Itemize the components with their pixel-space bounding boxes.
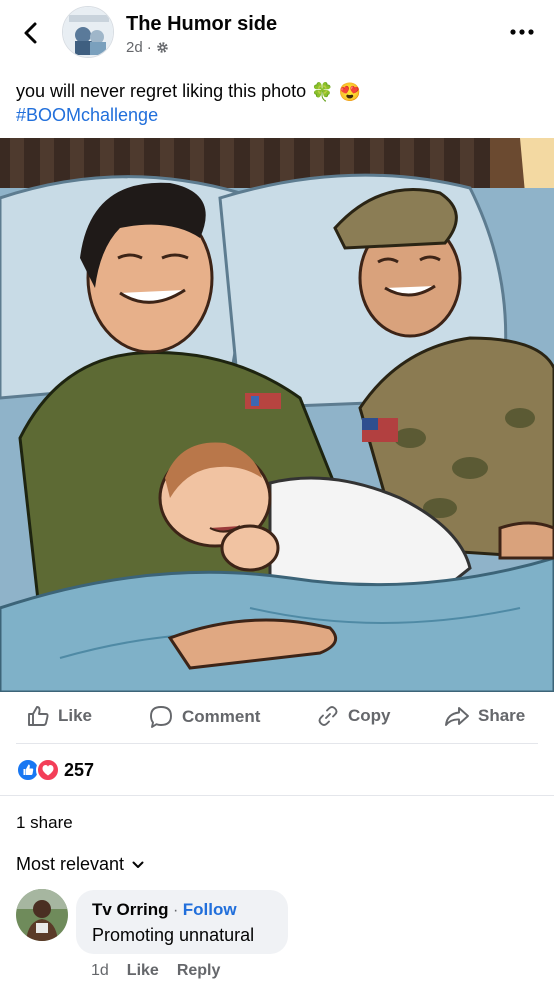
comment-reply-button[interactable]: Reply [177,962,221,980]
post-image[interactable] [0,138,554,692]
chevron-down-icon [132,861,144,868]
page-name[interactable]: The Humor side [126,13,277,36]
like-button[interactable]: Like [26,704,92,728]
post-actions-bar: Like Comment Copy Share [0,694,554,742]
more-horizontal-icon [510,29,534,35]
thumbs-up-icon [28,706,49,726]
comment-author[interactable]: Tv Orring [92,900,169,919]
post-header: The Humor side 2d · [0,0,554,70]
comment-sort-dropdown[interactable]: Most relevant [16,854,144,875]
comment-separator: · [172,902,183,919]
back-button[interactable] [16,18,46,48]
reaction-count: 257 [64,759,95,780]
comment-like-button[interactable]: Like [127,962,159,980]
gear-icon [156,42,168,53]
caption-text: you will never regret liking this photo [16,81,307,101]
comment-time[interactable]: 1d [91,962,109,980]
comment-bubble: Tv Orring · Follow Promoting unnatural [76,890,288,954]
like-label: Like [58,706,93,725]
clover-emoji: 🍀 [311,81,334,102]
chevron-left-icon [24,22,37,44]
divider [0,795,554,796]
link-icon [318,706,338,726]
commenter-avatar[interactable] [16,889,68,941]
more-options-button[interactable] [508,22,536,42]
love-reaction-icon [36,758,60,782]
hashtag-link[interactable]: #BOOMchallenge [16,105,158,125]
page-avatar[interactable] [62,6,114,58]
share-count[interactable]: 1 share [16,813,73,833]
heart-eyes-emoji: 😍 [338,81,362,102]
copy-button[interactable]: Copy [316,704,391,728]
post-meta: 2d · [126,39,169,56]
sort-label: Most relevant [16,854,125,874]
post-caption: you will never regret liking this photo … [16,80,536,127]
divider [16,743,538,744]
meta-separator: · [146,39,152,56]
reactions-summary[interactable]: 257 [16,758,94,782]
share-arrow-icon [445,707,469,726]
comment-text: Promoting unnatural [92,925,255,945]
comment-label: Comment [182,707,261,726]
share-button[interactable]: Share [444,704,525,728]
follow-button[interactable]: Follow [183,900,237,919]
share-label: Share [478,706,526,725]
comment-meta: 1d Like Reply [91,962,220,980]
post-time[interactable]: 2d [126,39,143,56]
comment-icon [150,706,172,728]
copy-label: Copy [348,706,391,725]
comment-button[interactable]: Comment [148,704,260,730]
